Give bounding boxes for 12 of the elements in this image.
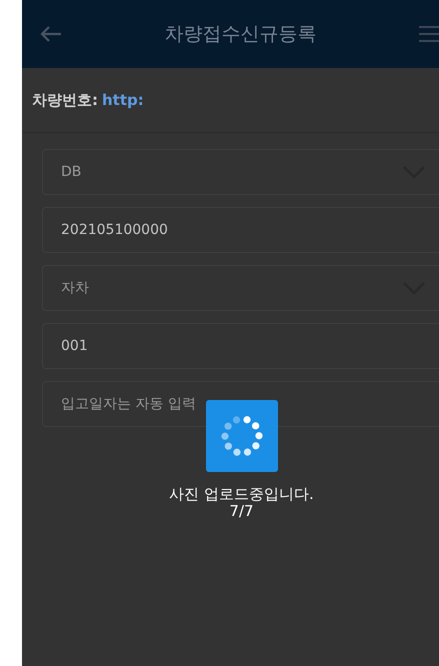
vehicle-number-label: 차량번호:: [32, 90, 98, 110]
input-field[interactable]: 202105100000: [42, 207, 439, 253]
input-field[interactable]: 001: [42, 323, 439, 369]
menu-icon[interactable]: [419, 24, 439, 44]
back-arrow-icon[interactable]: [40, 25, 62, 43]
spinner-icon: [220, 414, 264, 458]
page-title: 차량접수신규등록: [164, 22, 316, 47]
dropdown-field[interactable]: 자차: [42, 265, 439, 311]
dropdown-field[interactable]: DB: [42, 149, 439, 195]
loading-message: 사진 업로드중입니다.: [169, 486, 314, 503]
upload-count-text: 7/7: [229, 503, 254, 520]
vehicle-number-value: http:: [102, 91, 144, 109]
